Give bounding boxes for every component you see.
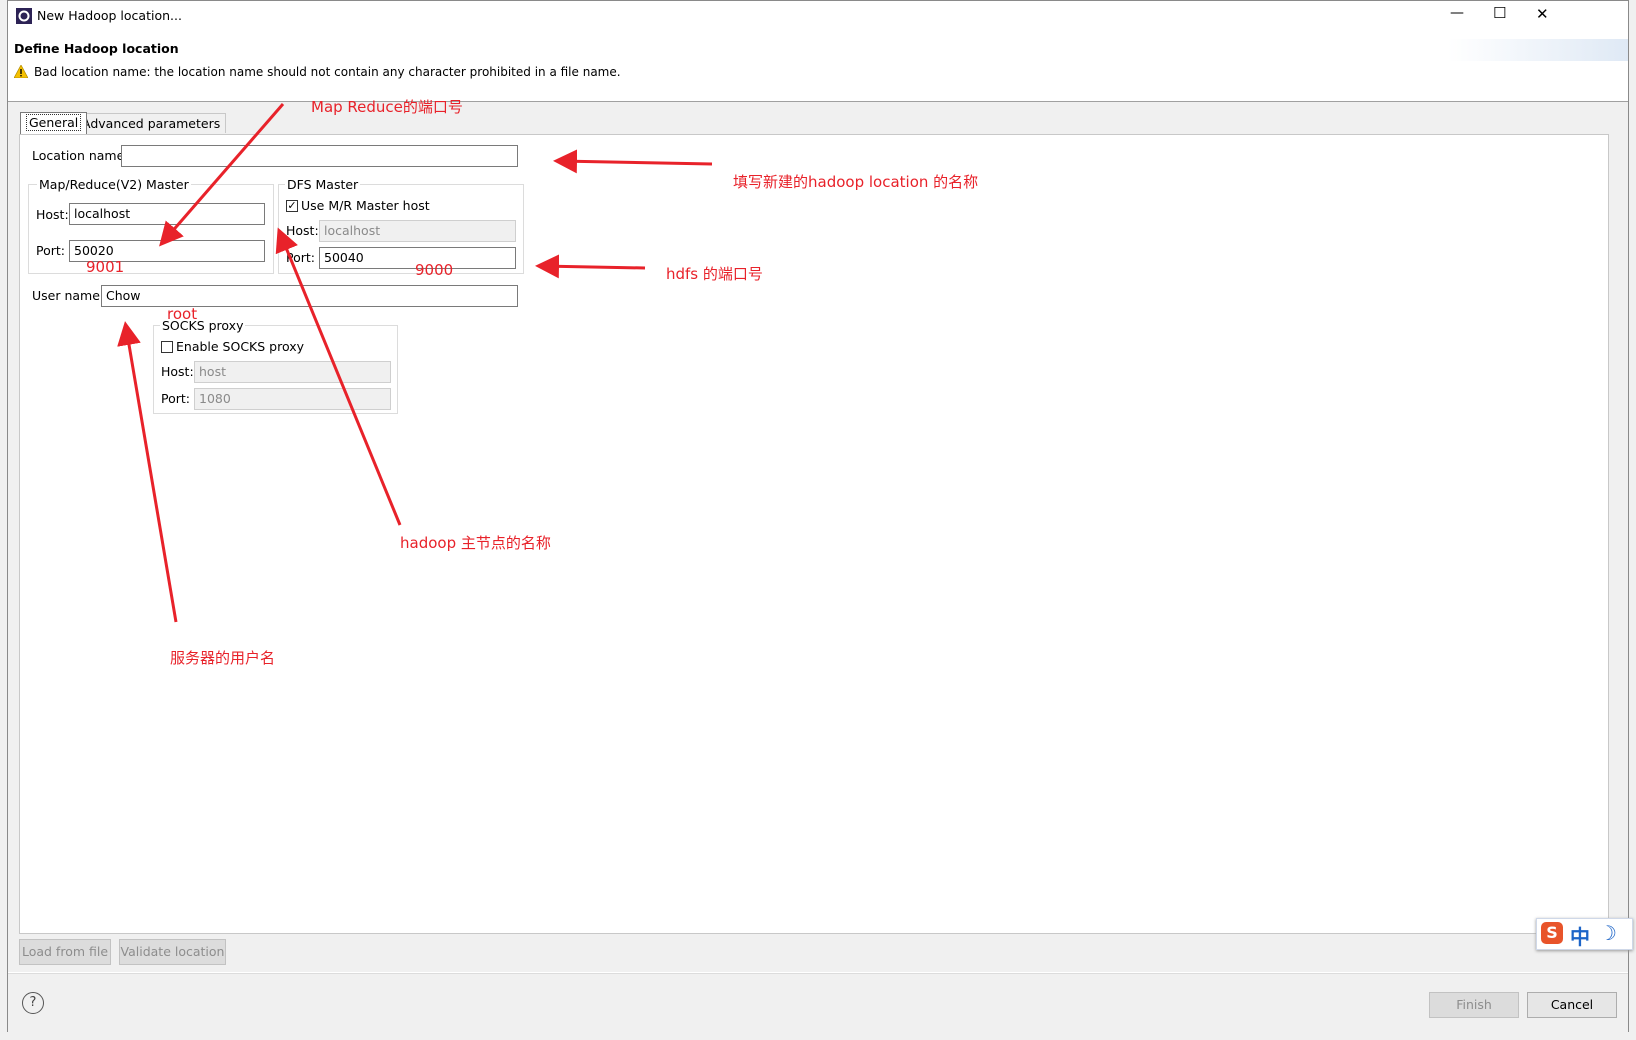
- content-area: General Advanced parameters Location nam…: [8, 102, 1628, 972]
- button-bar: ? Finish Cancel: [8, 973, 1628, 1032]
- annotation-location-name-hint: 填写新建的hadoop location 的名称: [733, 173, 979, 191]
- load-from-file-button[interactable]: Load from file: [19, 939, 111, 965]
- annotation-user-value: root: [167, 305, 198, 323]
- annotation-user-hint: 服务器的用户名: [170, 649, 276, 667]
- mr-host-input[interactable]: localhost: [69, 203, 265, 225]
- user-name-label: User name:: [32, 288, 105, 303]
- moon-icon[interactable]: ☽: [1599, 921, 1617, 945]
- cancel-button[interactable]: Cancel: [1527, 992, 1617, 1018]
- tab-advanced-label: Advanced parameters: [82, 116, 221, 131]
- dfs-port-label: Port:: [286, 250, 315, 265]
- dialog-title: Define Hadoop location: [14, 41, 179, 56]
- annotation-master-name-hint: hadoop 主节点的名称: [400, 534, 551, 552]
- eclipse-app-icon: [16, 8, 32, 24]
- minimize-button[interactable]: —: [1450, 5, 1464, 21]
- socks-port-input[interactable]: 1080: [194, 388, 391, 410]
- use-mr-host-label: Use M/R Master host: [301, 198, 430, 213]
- annotation-dfs-port-value: 9000: [415, 261, 454, 279]
- ime-toolbar[interactable]: S 中 ☽: [1536, 918, 1633, 950]
- help-icon[interactable]: ?: [22, 992, 44, 1014]
- enable-socks-checkbox[interactable]: [161, 341, 173, 353]
- location-name-input[interactable]: [121, 145, 518, 167]
- banner-graphic: [1448, 39, 1628, 61]
- socks-host-label: Host:: [161, 364, 194, 379]
- validate-location-button[interactable]: Validate location: [119, 939, 226, 965]
- title-bar: New Hadoop location... — ☐ ✕: [8, 1, 1628, 31]
- ime-logo-icon: S: [1541, 922, 1563, 944]
- general-panel: Location name: Map/Reduce(V2) Master Hos…: [19, 134, 1609, 934]
- mr-port-label: Port:: [36, 243, 65, 258]
- socks-host-input[interactable]: host: [194, 361, 391, 383]
- warning-icon: [14, 65, 28, 78]
- annotation-mr-port-value: 9001: [86, 258, 125, 276]
- annotation-mr-port-title: Map Reduce的端口号: [311, 98, 463, 116]
- mr-host-label: Host:: [36, 207, 69, 222]
- dfs-host-label: Host:: [286, 223, 319, 238]
- mr-master-title: Map/Reduce(V2) Master: [37, 177, 191, 192]
- dialog-header: Define Hadoop location Bad location name…: [8, 31, 1628, 102]
- dialog-window: New Hadoop location... — ☐ ✕ Define Hado…: [7, 0, 1629, 1032]
- dfs-master-group: DFS Master ✓ Use M/R Master host Host: l…: [278, 177, 524, 274]
- mr-master-group: Map/Reduce(V2) Master Host: localhost Po…: [28, 177, 274, 274]
- socks-port-label: Port:: [161, 391, 190, 406]
- enable-socks-label: Enable SOCKS proxy: [176, 339, 305, 354]
- finish-button[interactable]: Finish: [1429, 992, 1519, 1018]
- socks-proxy-group: SOCKS proxy Enable SOCKS proxy Host: hos…: [153, 318, 398, 414]
- window-title: New Hadoop location...: [37, 8, 182, 23]
- tab-advanced-parameters[interactable]: Advanced parameters: [76, 113, 227, 133]
- use-mr-host-checkbox[interactable]: ✓: [286, 200, 298, 212]
- maximize-button[interactable]: ☐: [1493, 4, 1506, 22]
- ime-mode-indicator[interactable]: 中: [1570, 921, 1590, 950]
- location-name-label: Location name:: [32, 148, 129, 163]
- annotation-hdfs-port-hint: hdfs 的端口号: [666, 265, 763, 283]
- tab-general[interactable]: General: [20, 112, 88, 134]
- dfs-host-input[interactable]: localhost: [319, 220, 516, 242]
- user-name-input[interactable]: Chow: [101, 285, 518, 307]
- close-button[interactable]: ✕: [1536, 5, 1549, 23]
- dfs-master-title: DFS Master: [285, 177, 361, 192]
- error-message: Bad location name: the location name sho…: [34, 65, 621, 79]
- tab-general-label: General: [26, 114, 82, 131]
